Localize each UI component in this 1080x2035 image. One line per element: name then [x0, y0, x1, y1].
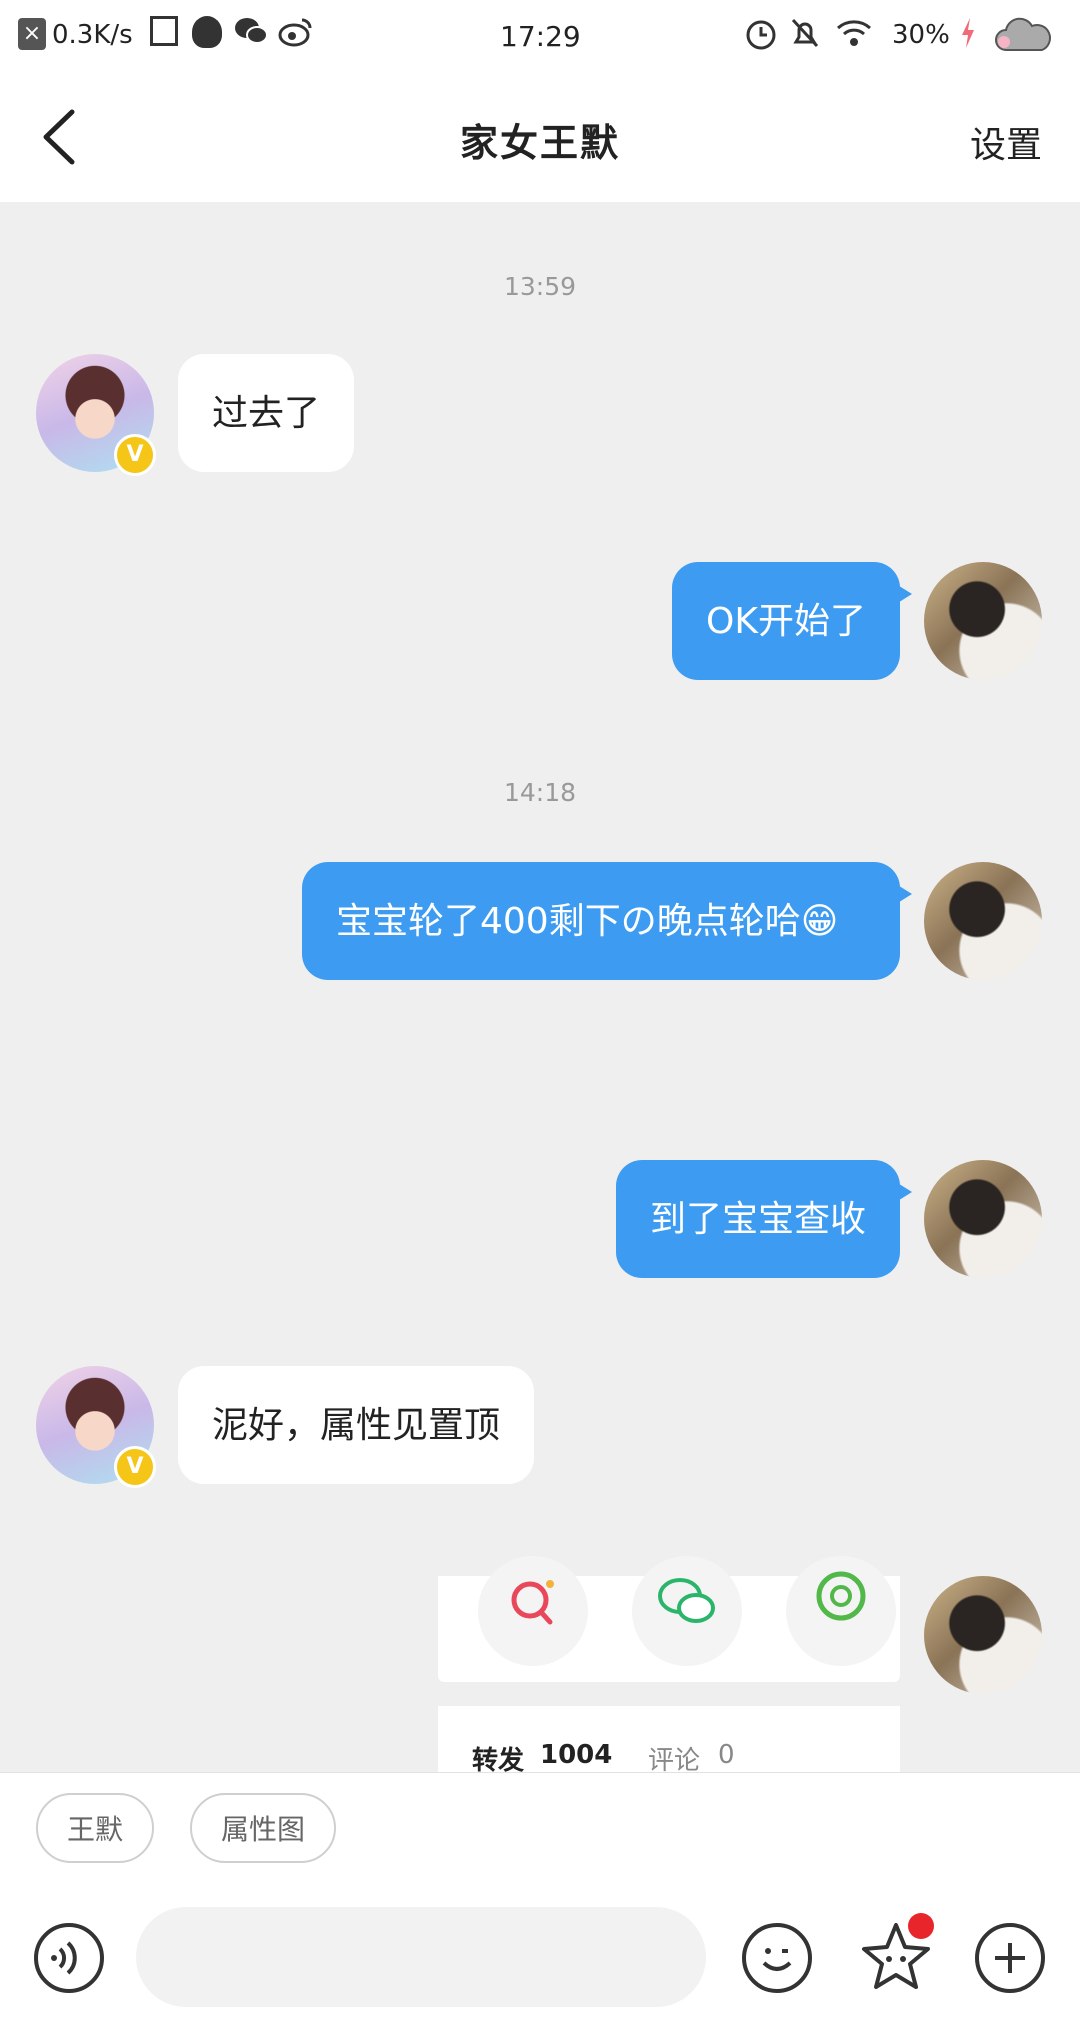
user-avatar[interactable]	[924, 862, 1042, 980]
plus-icon[interactable]	[975, 1923, 1045, 1993]
chat-title: 家女王默	[459, 121, 620, 165]
wifi-icon	[834, 16, 874, 50]
mute-bell-icon	[788, 16, 822, 50]
user-avatar[interactable]	[924, 562, 1042, 680]
alarm-icon	[744, 16, 778, 50]
wechat-icon	[234, 16, 268, 46]
close-data-icon: ×	[18, 18, 46, 50]
message-bubble[interactable]: 到了宝宝查收	[615, 1160, 913, 1278]
message-bubble[interactable]: 宝宝轮了400剩下の晚点轮哈😁	[302, 862, 912, 980]
message-input[interactable]	[136, 1907, 706, 2007]
comment-count: 0	[718, 1740, 735, 1770]
chat-input-area: 王默 属性图	[0, 1772, 1080, 2035]
chat-header: 家女王默 设置	[0, 72, 1080, 202]
status-bar: × 0.3K/s 17:29 30%	[0, 0, 1080, 72]
user-avatar[interactable]	[924, 1576, 1042, 1694]
user-avatar[interactable]	[924, 1160, 1042, 1278]
message-timestamp: 13:59	[503, 272, 577, 301]
status-time: 17:29	[500, 20, 581, 53]
shared-post-card[interactable]	[438, 1556, 900, 1682]
forward-count: 1004	[540, 1740, 613, 1770]
message-bubble[interactable]: 泥好，属性见置顶	[178, 1366, 535, 1484]
forward-label: 转发	[472, 1746, 525, 1772]
chat-message-list[interactable]: 13:59 V 过去了 OK开始了 14:18 宝宝轮了400剩下の晚点轮哈😁 …	[0, 202, 1080, 1772]
qq-icon	[192, 16, 222, 48]
settings-button[interactable]: 设置	[970, 116, 1042, 168]
net-speed: 0.3K/s	[52, 20, 133, 50]
notification-dot	[908, 1913, 934, 1939]
emoji-icon[interactable]	[742, 1923, 812, 1993]
charging-icon	[958, 16, 978, 50]
voice-icon[interactable]	[34, 1923, 104, 1993]
app-notification-icon	[150, 16, 178, 46]
comment-label: 评论	[648, 1746, 701, 1772]
message-bubble[interactable]: OK开始了	[672, 562, 912, 680]
cloud-icon	[994, 16, 1052, 54]
verified-badge-icon: V	[114, 434, 156, 476]
share-option-moments[interactable]	[786, 1556, 896, 1666]
weibo-icon	[278, 16, 314, 48]
shared-post-stats[interactable]: 转发 1004 评论 0	[438, 1706, 900, 1772]
verified-badge-icon: V	[114, 1446, 156, 1488]
quick-reply-chip[interactable]: 属性图	[190, 1793, 336, 1863]
quick-reply-chip[interactable]: 王默	[36, 1793, 154, 1863]
battery-percent: 30%	[892, 20, 950, 50]
share-option-search[interactable]	[478, 1556, 588, 1666]
share-option-wechat[interactable]	[632, 1556, 742, 1666]
message-bubble[interactable]: 过去了	[178, 354, 355, 472]
message-timestamp: 14:18	[503, 778, 577, 807]
